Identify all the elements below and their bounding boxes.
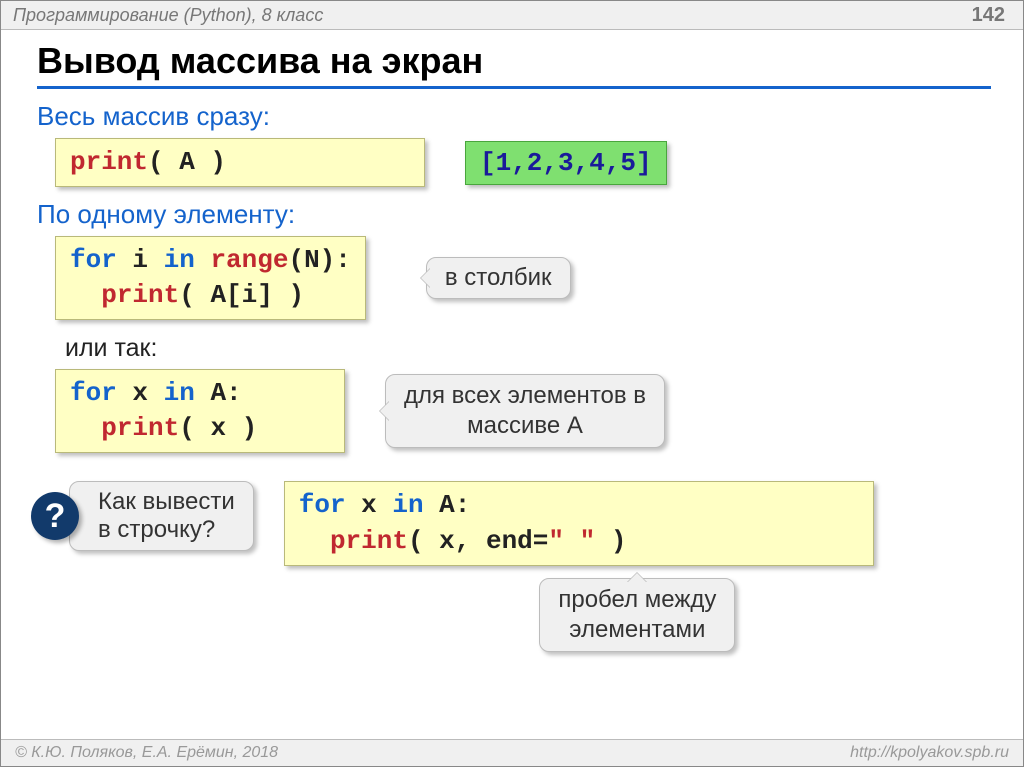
callout-question: Как вывести в строчку? — [69, 481, 254, 551]
slide-title: Вывод массива на экран — [37, 40, 991, 89]
callout-column: в столбик — [426, 257, 571, 299]
code-print-end-space: for x in A: print( x, end=" " ) — [284, 481, 874, 565]
top-bar: Программирование (Python), 8 класс 142 — [1, 1, 1023, 30]
course-title: Программирование (Python), 8 класс — [13, 5, 323, 26]
site-url: http://kpolyakov.spb.ru — [850, 744, 1009, 762]
or-label: или так: — [65, 334, 991, 363]
code-for-range: for i in range(N): print( A[i] ) — [55, 236, 366, 320]
slide-content: Вывод массива на экран Весь массив сразу… — [1, 30, 1023, 652]
page-number: 142 — [972, 4, 1005, 27]
output-array: [1,2,3,4,5] — [465, 141, 667, 185]
code-for-in: for x in A: print( x ) — [55, 369, 345, 453]
code-print-whole-array: print( A ) — [55, 138, 425, 187]
footer-bar: © К.Ю. Поляков, Е.А. Ерёмин, 2018 http:/… — [1, 739, 1023, 766]
section2-heading: По одному элементу: — [37, 199, 991, 230]
callout-for-all-elements: для всех элементов вмассиве A — [385, 374, 665, 448]
section1-heading: Весь массив сразу: — [37, 101, 991, 132]
callout-space-between: пробел междуэлементами — [539, 578, 735, 652]
copyright: © К.Ю. Поляков, Е.А. Ерёмин, 2018 — [15, 744, 278, 762]
